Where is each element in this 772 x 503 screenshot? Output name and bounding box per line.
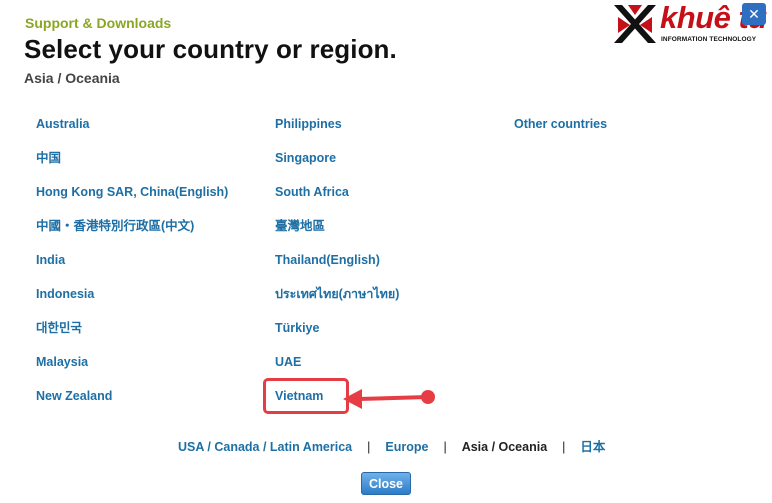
country-link-thailand-english[interactable]: Thailand(English) <box>275 252 399 286</box>
page-title: Select your country or region. <box>24 34 397 64</box>
country-link-south-africa[interactable]: South Africa <box>275 184 399 218</box>
country-column-1: Australia 中国 Hong Kong SAR, China(Englis… <box>36 116 228 422</box>
region-nav: USA / Canada / Latin America | Europe | Asia… <box>178 436 605 455</box>
country-link-taiwan[interactable]: 臺灣地區 <box>275 218 399 252</box>
country-column-3: Other countries <box>514 116 607 150</box>
country-link-hong-kong-english[interactable]: Hong Kong SAR, China(English) <box>36 184 228 218</box>
logo-tagline: INFORMATION TECHNOLOGY <box>661 36 757 43</box>
close-icon[interactable]: ✕ <box>742 3 766 25</box>
annotation-arrow-icon <box>343 389 435 409</box>
country-link-other-countries[interactable]: Other countries <box>514 116 607 150</box>
region-separator: | <box>367 440 371 454</box>
country-link-hong-kong-chinese[interactable]: 中國・香港特別行政區(中文) <box>36 218 228 252</box>
country-link-indonesia[interactable]: Indonesia <box>36 286 228 320</box>
current-region-label: Asia / Oceania <box>24 70 120 86</box>
country-link-new-zealand[interactable]: New Zealand <box>36 388 228 422</box>
country-link-china[interactable]: 中国 <box>36 150 228 184</box>
region-separator: | <box>562 440 566 454</box>
region-separator: | <box>443 440 447 454</box>
country-link-thailand-thai[interactable]: ประเทศไทย(ภาษาไทย) <box>275 286 399 320</box>
region-link-americas[interactable]: USA / Canada / Latin America <box>178 440 352 454</box>
close-button[interactable]: Close <box>361 472 411 495</box>
country-link-singapore[interactable]: Singapore <box>275 150 399 184</box>
country-link-australia[interactable]: Australia <box>36 116 228 150</box>
support-downloads-label: Support & Downloads <box>25 15 172 31</box>
vietnam-highlight-box <box>263 378 349 414</box>
country-column-2: Philippines Singapore South Africa 臺灣地區 … <box>275 116 399 422</box>
country-link-philippines[interactable]: Philippines <box>275 116 399 150</box>
region-link-japan[interactable]: 日本 <box>580 440 605 454</box>
region-link-europe[interactable]: Europe <box>385 440 428 454</box>
x-mark-logo-icon <box>614 5 656 43</box>
country-link-turkiye[interactable]: Türkiye <box>275 320 399 354</box>
region-current-asia-oceania: Asia / Oceania <box>461 440 548 454</box>
country-link-malaysia[interactable]: Malaysia <box>36 354 228 388</box>
country-link-india[interactable]: India <box>36 252 228 286</box>
country-link-korea[interactable]: 대한민국 <box>36 320 228 354</box>
